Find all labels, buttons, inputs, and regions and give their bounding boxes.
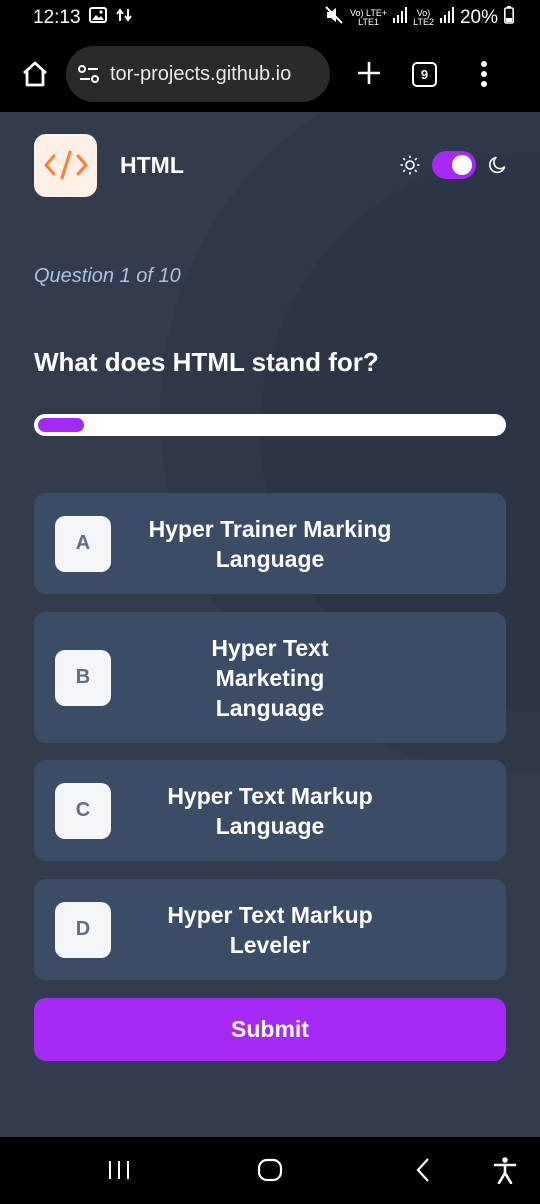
home-button[interactable] xyxy=(18,57,52,91)
submit-button[interactable]: Submit xyxy=(34,998,506,1061)
dark-mode-switch[interactable] xyxy=(432,151,476,179)
plus-icon xyxy=(358,62,380,84)
home-icon xyxy=(23,61,47,87)
status-time: 12:13 xyxy=(33,7,81,28)
tab-switcher-button[interactable]: 9 xyxy=(412,61,437,87)
question-text: What does HTML stand for? xyxy=(34,347,379,377)
option-letter: B xyxy=(55,649,111,706)
progress-bar xyxy=(34,414,506,436)
data-transfer-notification-icon xyxy=(115,7,133,29)
gallery-notification-icon xyxy=(88,7,107,29)
recent-apps-icon xyxy=(109,1161,129,1179)
progress-fill xyxy=(38,418,85,432)
signal-2-icon xyxy=(439,7,454,29)
option-text: Hyper Trainer Marking Language xyxy=(148,515,392,572)
sun-icon xyxy=(400,155,420,175)
theme-toggle xyxy=(400,151,506,179)
signal-1-icon xyxy=(393,7,408,29)
accessibility-button[interactable] xyxy=(490,1155,520,1185)
subject-logo xyxy=(34,133,97,197)
option-letter: D xyxy=(55,901,111,958)
browser-toolbar: tor-projects.github.io 9 xyxy=(0,36,540,112)
home-nav-button[interactable] xyxy=(254,1155,286,1185)
browser-menu-button[interactable] xyxy=(481,61,487,87)
question-counter: Question 1 of 10 xyxy=(34,265,181,287)
menu-dot xyxy=(481,81,487,87)
mute-icon xyxy=(324,6,344,30)
code-brackets-icon xyxy=(44,150,87,180)
recent-apps-button[interactable] xyxy=(104,1155,134,1185)
option-letter: A xyxy=(55,515,111,572)
site-settings-icon[interactable] xyxy=(78,65,100,83)
battery-icon xyxy=(504,6,514,30)
option-letter: C xyxy=(55,782,111,839)
home-circle-icon xyxy=(257,1158,283,1182)
option-text: Hyper Text Marketing Language xyxy=(211,634,329,721)
lte2-label: Vo) LTE2 xyxy=(413,8,434,27)
option-d[interactable]: D Hyper Text Markup Leveler xyxy=(34,879,506,980)
accessibility-icon xyxy=(493,1157,517,1184)
switch-knob xyxy=(452,155,472,175)
app-header: HTML xyxy=(34,133,506,197)
option-text: Hyper Text Markup Language xyxy=(167,782,373,839)
option-text: Hyper Text Markup Leveler xyxy=(167,901,373,958)
lte1-label: Vo) LTE+ LTE1 xyxy=(350,8,388,27)
option-a[interactable]: A Hyper Trainer Marking Language xyxy=(34,493,506,594)
address-bar[interactable]: tor-projects.github.io xyxy=(66,46,330,102)
menu-dot xyxy=(481,71,487,77)
option-b[interactable]: B Hyper Text Marketing Language xyxy=(34,612,506,743)
option-c[interactable]: C Hyper Text Markup Language xyxy=(34,760,506,861)
url-text: tor-projects.github.io xyxy=(110,62,292,85)
back-nav-button[interactable] xyxy=(408,1155,438,1185)
back-chevron-icon xyxy=(416,1158,429,1182)
system-navigation-bar xyxy=(0,1137,540,1204)
new-tab-button[interactable] xyxy=(352,56,386,92)
battery-percent: 20% xyxy=(459,7,498,28)
subject-title: HTML xyxy=(120,151,184,178)
status-bar: 12:13 Vo) LTE+ LTE1 Vo) LTE2 20% xyxy=(0,0,540,36)
moon-icon xyxy=(489,156,506,174)
menu-dot xyxy=(481,61,487,67)
quiz-app: HTML Question 1 of 10 What does HTML sta… xyxy=(0,112,540,1137)
